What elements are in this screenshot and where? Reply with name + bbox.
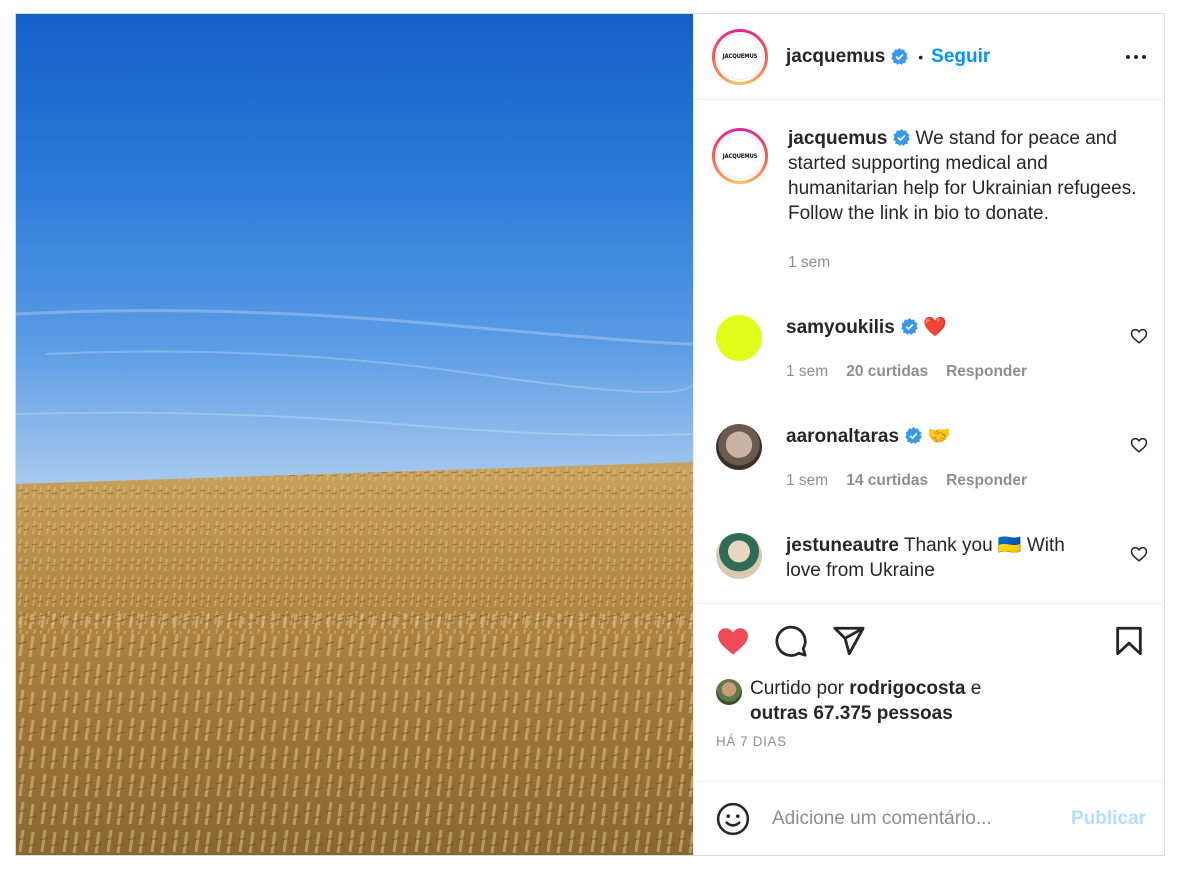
verified-icon [891, 48, 909, 65]
commenter-avatar[interactable] [716, 315, 762, 361]
instagram-post: JACQUEMUS jacquemus • Seguir JACQUEMUS j… [15, 13, 1168, 856]
comment-username[interactable]: aaronaltaras [786, 426, 899, 447]
liked-by-prefix: Curtido por [750, 678, 844, 699]
post-actions: Curtido por rodrigocosta e outras 67.375… [694, 603, 1168, 781]
commenter-avatar[interactable] [716, 424, 762, 470]
like-comment-heart-icon[interactable] [1130, 545, 1148, 563]
jacquemus-logo: JACQUEMUS [717, 133, 763, 179]
caption-text-line2: Follow the link in bio to donate. [788, 203, 1049, 224]
bookmark-icon[interactable] [1112, 624, 1146, 658]
comment-item: jestuneautre Thank you 🇺🇦 With love from… [712, 533, 1148, 583]
post-side-panel: JACQUEMUS jacquemus • Seguir JACQUEMUS j… [693, 14, 1168, 855]
comment-item: samyoukilis ❤️ 1 sem 20 curtidas Respond… [712, 315, 1148, 384]
post-photo[interactable] [16, 14, 693, 855]
author-avatar[interactable]: JACQUEMUS [712, 28, 768, 85]
like-comment-heart-icon[interactable] [1130, 436, 1148, 454]
liked-by-others[interactable]: outras 67.375 pessoas [750, 703, 953, 724]
author-username[interactable]: jacquemus [786, 46, 885, 68]
post-caption: JACQUEMUS jacquemus We stand for peace a… [712, 126, 1148, 275]
separator-dot: • [918, 48, 924, 65]
comment-time[interactable]: 1 sem [786, 468, 828, 493]
comment-text: ❤️ [923, 317, 947, 338]
caption-author-avatar[interactable]: JACQUEMUS [712, 128, 768, 184]
comment-username[interactable]: samyoukilis [786, 317, 895, 338]
comment-likes[interactable]: 20 curtidas [846, 359, 928, 384]
post-header: JACQUEMUS jacquemus • Seguir [694, 14, 1168, 100]
liked-by-conj: e [970, 678, 982, 699]
comment-username[interactable]: jestuneautre [786, 535, 899, 556]
more-options-icon[interactable] [1126, 49, 1146, 65]
comment-text: 🤝 [927, 426, 951, 447]
verified-icon [905, 427, 922, 444]
comment-input[interactable] [772, 807, 1072, 830]
caption-username[interactable]: jacquemus [788, 128, 887, 149]
reply-button[interactable]: Responder [946, 468, 1027, 493]
liker-avatar[interactable] [716, 679, 742, 705]
reply-button[interactable]: Responder [946, 359, 1027, 384]
follow-button[interactable]: Seguir [931, 46, 990, 68]
liked-by-user[interactable]: rodrigocosta [849, 678, 965, 699]
jacquemus-logo: JACQUEMUS [717, 33, 763, 80]
comment-likes[interactable]: 14 curtidas [846, 468, 928, 493]
likes-summary: Curtido por rodrigocosta e outras 67.375… [716, 676, 1146, 726]
caption-time[interactable]: 1 sem [788, 250, 830, 275]
like-comment-heart-icon[interactable] [1130, 327, 1148, 345]
commenter-avatar[interactable] [716, 533, 762, 579]
wheat-field-image [16, 14, 693, 855]
post-date[interactable]: HÁ 7 DIAS [716, 734, 1146, 749]
comment-time[interactable]: 1 sem [786, 359, 828, 384]
publish-button[interactable]: Publicar [1071, 808, 1146, 830]
share-icon[interactable] [832, 624, 866, 658]
comments-list[interactable]: JACQUEMUS jacquemus We stand for peace a… [694, 100, 1168, 603]
verified-icon [900, 318, 918, 335]
emoji-icon[interactable] [716, 802, 750, 836]
add-comment-bar: Publicar [694, 781, 1168, 855]
verified-icon [893, 129, 911, 146]
comment-icon[interactable] [774, 624, 808, 658]
heart-icon[interactable] [716, 624, 750, 658]
comment-item: aaronaltaras 🤝 1 sem 14 curtidas Respond… [712, 424, 1148, 493]
